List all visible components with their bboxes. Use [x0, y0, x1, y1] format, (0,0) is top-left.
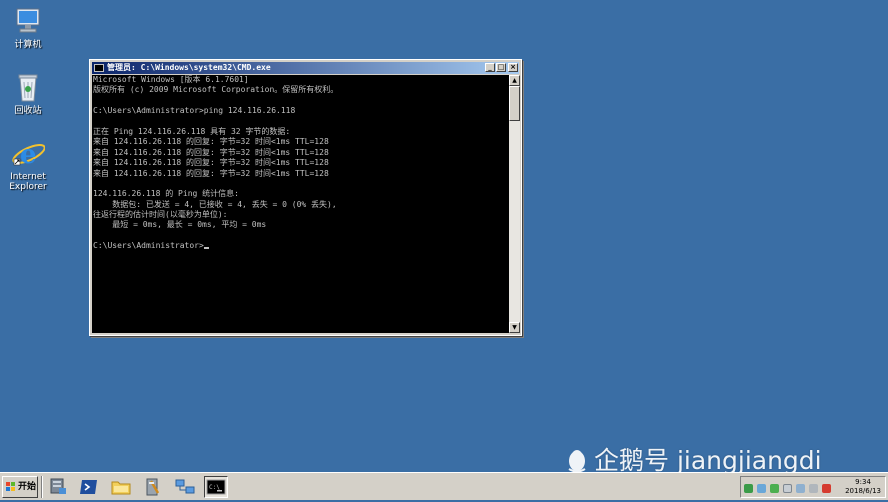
- server-manager-icon: [50, 478, 66, 494]
- internet-explorer-icon: e: [11, 138, 46, 170]
- tray-network-icon[interactable]: [796, 484, 805, 493]
- tray-flag-icon[interactable]: [757, 484, 766, 493]
- console-output[interactable]: Microsoft Windows [版本 6.1.7601] 版权所有 (c)…: [92, 75, 509, 333]
- console-line: Microsoft Windows [版本 6.1.7601]: [93, 75, 249, 84]
- network-icon: [175, 479, 195, 494]
- tray-update-icon[interactable]: [783, 484, 792, 493]
- vertical-scrollbar[interactable]: ▲ ▼: [509, 75, 520, 333]
- explorer-folder-icon: [111, 481, 131, 495]
- cmd-window-icon[interactable]: [94, 64, 104, 72]
- console-prompt: C:\Users\Administrator>: [93, 241, 204, 251]
- console-line: 来自 124.116.26.118 的回复: 字节=32 时间<1ms TTL=…: [93, 137, 329, 147]
- tray-error-icon[interactable]: [822, 484, 831, 493]
- cmd-window[interactable]: 管理员: C:\Windows\system32\CMD.exe _ □ × M…: [89, 59, 522, 336]
- console-line: 最短 = 0ms, 最长 = 0ms, 平均 = 0ms: [93, 220, 267, 230]
- quicklaunch-tools[interactable]: [141, 476, 165, 498]
- desktop-icon-computer[interactable]: 计算机: [0, 6, 56, 50]
- svg-text:e: e: [20, 140, 37, 170]
- desktop-icon-internet-explorer[interactable]: e Internet Explorer: [0, 138, 56, 192]
- quicklaunch-server-manager[interactable]: [46, 476, 70, 498]
- close-icon: ×: [510, 63, 516, 71]
- taskbar-separator: [41, 476, 43, 498]
- desktop-icon-recycle-bin[interactable]: 回收站: [0, 72, 56, 116]
- desktop-icon-label: 计算机: [14, 40, 42, 50]
- text-cursor: [203, 247, 209, 250]
- console-line: C:\Users\Administrator>ping 124.116.26.1…: [93, 106, 296, 116]
- console-line: 版权所有 (c) 2009 Microsoft Corporation。保留所有…: [93, 85, 339, 95]
- desktop-icon-label-line1: Internet: [10, 172, 46, 182]
- computer-icon: [11, 6, 45, 38]
- arrow-up-icon: ▲: [512, 77, 517, 84]
- minimize-icon: _: [488, 63, 492, 71]
- scroll-down-button[interactable]: ▼: [509, 322, 520, 333]
- arrow-down-icon: ▼: [512, 324, 517, 331]
- console-line: 来自 124.116.26.118 的回复: 字节=32 时间<1ms TTL=…: [93, 147, 329, 157]
- penguin-logo-icon: [568, 450, 586, 473]
- clock[interactable]: 9:34 2018/6/13: [845, 478, 881, 496]
- quicklaunch-explorer[interactable]: [109, 476, 133, 498]
- desktop-icon-label: 回收站: [14, 106, 42, 116]
- minimize-button[interactable]: _: [485, 63, 495, 72]
- console-line: 数据包: 已发送 = 4, 已接收 = 4, 丢失 = 0 (0% 丢失),: [93, 199, 337, 209]
- cmd-icon: C:\: [206, 479, 226, 495]
- tray-shield-icon[interactable]: [744, 484, 753, 493]
- scroll-up-button[interactable]: ▲: [509, 75, 520, 86]
- clock-time: 9:34: [855, 478, 871, 486]
- clock-date: 2018/6/13: [845, 487, 881, 495]
- system-tray: 9:34 2018/6/13: [740, 476, 886, 498]
- maximize-button[interactable]: □: [496, 63, 506, 72]
- console-line: 来自 124.116.26.118 的回复: 字节=32 时间<1ms TTL=…: [93, 158, 329, 168]
- window-title: 管理员: C:\Windows\system32\CMD.exe: [107, 63, 271, 72]
- console-prompt-line[interactable]: C:\Users\Administrator>: [93, 241, 509, 251]
- recycle-bin-icon: [11, 72, 45, 104]
- watermark-text: 企鹅号 jiangjiangdi: [594, 446, 822, 475]
- desktop-icon-label-line2: Explorer: [9, 182, 47, 192]
- windows-logo-icon: [6, 482, 16, 492]
- tray-volume-icon[interactable]: [809, 484, 818, 493]
- quicklaunch-network[interactable]: [173, 476, 197, 498]
- start-button[interactable]: 开始: [2, 476, 38, 498]
- taskbar-cmd-window-button[interactable]: C:\: [204, 476, 228, 498]
- window-titlebar[interactable]: 管理员: C:\Windows\system32\CMD.exe _ □ ×: [92, 62, 519, 74]
- quicklaunch-powershell[interactable]: [77, 476, 101, 498]
- close-button[interactable]: ×: [508, 63, 518, 72]
- powershell-icon: [80, 480, 97, 494]
- console-line: 往返行程的估计时间(以毫秒为单位):: [93, 210, 228, 220]
- svg-text:C:\: C:\: [209, 484, 220, 491]
- scrollbar-thumb[interactable]: [509, 86, 520, 121]
- taskbar: 开始 C:\ 9:34 2018/6/13: [0, 472, 888, 500]
- console-line: 124.116.26.118 的 Ping 统计信息:: [93, 189, 239, 199]
- tray-check-icon[interactable]: [770, 484, 779, 493]
- tools-icon: [146, 478, 160, 496]
- console-line: 来自 124.116.26.118 的回复: 字节=32 时间<1ms TTL=…: [93, 168, 329, 178]
- maximize-icon: □: [497, 63, 505, 71]
- console-line: 正在 Ping 124.116.26.118 具有 32 字节的数据:: [93, 126, 291, 136]
- start-label: 开始: [18, 482, 37, 492]
